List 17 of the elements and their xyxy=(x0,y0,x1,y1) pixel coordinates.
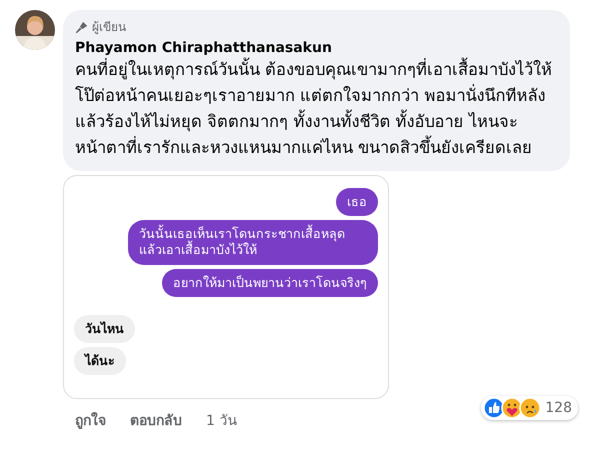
received-message: วันไหน xyxy=(74,314,135,344)
like-icon xyxy=(483,397,506,420)
comment-text: คนที่อยู่ในเหตุการณ์วันนั้น ต้องขอบคุณเขามากๆที่เอาเสื้อมาบังไว้ให้ โป๊ต่อหน้าคนเยอะๆเราอายมาก แต่ตกใจมากกว่า พอมานั่งนึกทีหลังแล้วร้องไห้ไม่หยุด จิตตกมากๆ ทั้งงานทั้งชีวิต ทั้งอับอาย ไหนจะหน้าตาที่เรารักและหวงแหนมากแค่ไหน ขนาดสิวขึ้นยังเครียดเลย xyxy=(75,56,554,159)
author-name[interactable]: Phayamon Chiraphatthanasakun xyxy=(75,40,558,57)
sent-message: อยากให้มาเป็นพยานว่าเราโดนจริงๆ xyxy=(162,268,378,297)
sent-message: เธอ xyxy=(336,188,378,216)
author-label: ผู้เขียน xyxy=(92,19,126,36)
reaction-count: 128 xyxy=(545,398,572,418)
reply-link[interactable]: ตอบกลับ xyxy=(130,410,182,432)
sent-message: วันนั้นเธอเห็นเราโดนกระชากเสื้อหลุดแล้วเอาเสื้อมาบังไว้ให้ xyxy=(128,220,378,265)
care-emoji-icon xyxy=(501,397,524,420)
microphone-icon xyxy=(75,20,88,34)
reaction-summary[interactable]: 128 xyxy=(481,396,578,420)
received-message: ได้นะ xyxy=(74,347,126,376)
like-link[interactable]: ถูกใจ xyxy=(75,410,106,432)
sad-emoji-icon xyxy=(519,397,542,420)
timestamp[interactable]: 1 วัน xyxy=(206,410,238,432)
